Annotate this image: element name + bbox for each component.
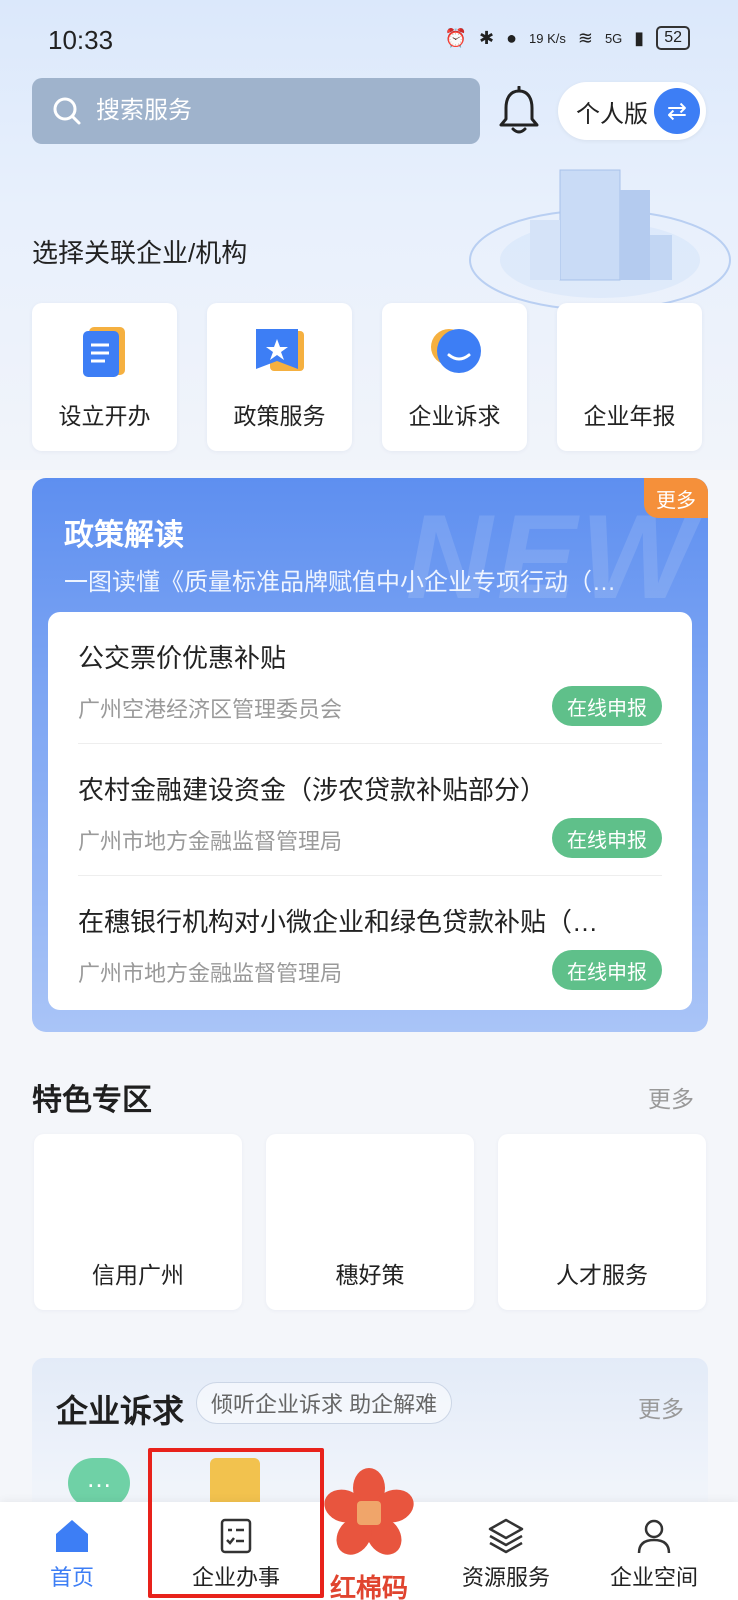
net-speed: 19 K/s — [529, 30, 566, 46]
building-illustration — [469, 169, 731, 311]
search-bar[interactable] — [32, 78, 480, 144]
policy-item-org: 广州市地方金融监督管理局 — [78, 829, 343, 854]
user-icon — [637, 1519, 671, 1554]
tab-label: 首页 — [49, 1565, 94, 1590]
quick-entry-appeal[interactable]: 企业诉求 — [382, 303, 527, 451]
quick-entry-label: 设立开办 — [58, 403, 151, 429]
alarm-icon: ⏰ — [444, 27, 468, 48]
policy-title: 政策解读 — [64, 519, 184, 552]
badge-star-icon — [255, 329, 304, 371]
tab-enterprise-space[interactable]: 企业空间 — [584, 1502, 724, 1600]
tab-label: 企业空间 — [609, 1565, 698, 1590]
policy-item-org: 广州市地方金融监督管理局 — [78, 961, 343, 986]
chat-dots-icon[interactable]: … — [68, 1458, 130, 1508]
policy-item-title: 公交票价优惠补贴 — [78, 643, 287, 673]
version-switch-button[interactable]: 个人版 ⇄ — [558, 82, 706, 140]
swap-icon: ⇄ — [654, 88, 700, 134]
featured-talent-service[interactable]: 人才服务 — [498, 1134, 706, 1310]
policy-item[interactable]: 公交票价优惠补贴 广州空港经济区管理委员会 在线申报 — [78, 612, 662, 744]
policy-more-button[interactable]: 更多 — [644, 478, 708, 518]
quick-entry-label: 企业年报 — [583, 403, 676, 429]
checklist-icon — [220, 1518, 252, 1554]
document-icon — [82, 327, 125, 377]
tab-kapok-code[interactable]: 红棉码 — [314, 1468, 424, 1600]
policy-item[interactable]: 在穗银行机构对小微企业和绿色贷款补贴（… 广州市地方金融监督管理局 在线申报 — [78, 876, 662, 1008]
policy-item-org: 广州空港经济区管理委员会 — [78, 697, 343, 722]
featured-sui-haoce[interactable]: 穗好策 — [266, 1134, 474, 1310]
bell-icon[interactable] — [496, 86, 542, 136]
policy-item-title: 农村金融建设资金（涉农贷款补贴部分） — [78, 775, 547, 805]
featured-more-link[interactable]: 更多 — [648, 1080, 694, 1114]
apply-online-button[interactable]: 在线申报 — [552, 950, 662, 990]
report-icon — [602, 321, 658, 381]
policy-list: 公交票价优惠补贴 广州空港经济区管理委员会 在线申报 农村金融建设资金（涉农贷款… — [48, 612, 692, 1010]
appeal-slogan-pill: 倾听企业诉求 助企解难 — [196, 1382, 453, 1424]
appeal-title: 企业诉求 — [56, 1393, 185, 1429]
select-org-label[interactable]: 选择关联企业/机构 — [32, 233, 247, 270]
location-icon: ● — [506, 27, 517, 48]
policy-subtitle[interactable]: 一图读懂《质量标准品牌赋值中小企业专项行动（… — [64, 562, 684, 597]
apply-online-button[interactable]: 在线申报 — [552, 818, 662, 858]
network-type: 5G — [604, 30, 623, 46]
bluetooth-icon: ✱ — [479, 27, 495, 48]
chat-bubble-icon — [430, 329, 481, 373]
kapok-flower-icon — [324, 1468, 414, 1555]
quick-entry-policy[interactable]: 政策服务 — [207, 303, 352, 451]
quick-entry-annual-report[interactable]: 企业年报 — [557, 303, 702, 451]
featured-label: 人才服务 — [556, 1262, 648, 1288]
status-icons: ⏰ ✱ ● 19 K/s ≋ 5G ▮ 52 — [445, 26, 690, 50]
policy-item-title: 在穗银行机构对小微企业和绿色贷款补贴（… — [78, 907, 599, 937]
tab-label: 资源服务 — [461, 1565, 550, 1590]
quick-entry-grid: 设立开办 政策服务 企业诉求 企业年报 — [32, 303, 702, 451]
signal-icon: ▮ — [634, 27, 645, 48]
search-input[interactable] — [96, 97, 456, 125]
quick-entry-label: 企业诉求 — [408, 403, 501, 429]
appeal-more-link[interactable]: 更多 — [638, 1390, 684, 1424]
status-time: 10:33 — [48, 24, 114, 55]
tab-home[interactable]: 首页 — [2, 1502, 142, 1600]
featured-label: 信用广州 — [92, 1262, 184, 1288]
featured-credit-guangzhou[interactable]: 信用广州 — [34, 1134, 242, 1310]
wifi-icon: ≋ — [577, 27, 593, 48]
search-icon — [53, 97, 81, 125]
apply-online-button[interactable]: 在线申报 — [552, 686, 662, 726]
home-icon — [56, 1520, 88, 1552]
quick-entry-setup[interactable]: 设立开办 — [32, 303, 177, 451]
tab-label: 红棉码 — [329, 1573, 408, 1600]
tab-enterprise-affairs[interactable]: 企业办事 — [166, 1502, 306, 1600]
quick-entry-label: 政策服务 — [233, 403, 326, 429]
battery-icon: 52 — [656, 26, 690, 50]
layers-icon — [488, 1518, 524, 1554]
bookmark-doc-icon[interactable] — [210, 1458, 260, 1508]
policy-item[interactable]: 农村金融建设资金（涉农贷款补贴部分） 广州市地方金融监督管理局 在线申报 — [78, 744, 662, 876]
tab-label: 企业办事 — [191, 1565, 280, 1590]
version-label: 个人版 — [576, 100, 648, 128]
featured-grid: 信用广州 穗好策 人才服务 — [34, 1134, 706, 1310]
policy-interpretation-card: NEW 更多 政策解读 一图读懂《质量标准品牌赋值中小企业专项行动（… 公交票价… — [32, 478, 708, 1032]
featured-label: 穗好策 — [335, 1262, 405, 1288]
featured-title: 特色专区 — [32, 1084, 152, 1117]
tab-resource-service[interactable]: 资源服务 — [436, 1502, 576, 1600]
